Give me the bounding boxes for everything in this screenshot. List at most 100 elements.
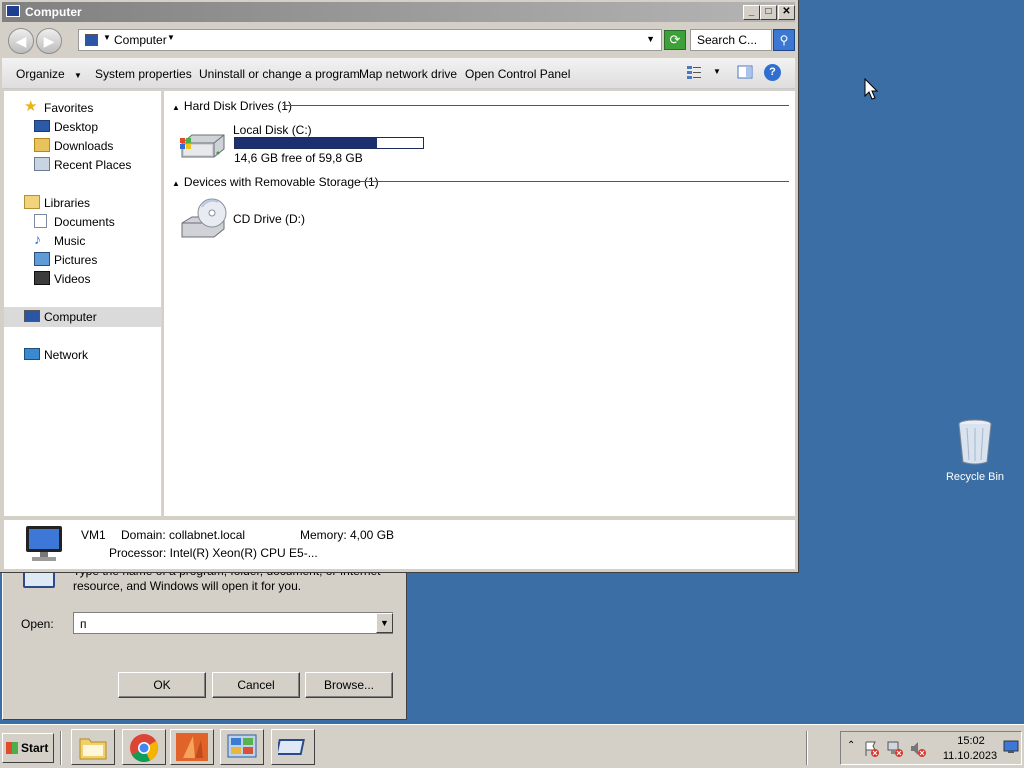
content-pane: ▲ Hard Disk Drives (1) Local Disk (C:) 14… xyxy=(164,91,795,516)
show-hidden-icons-icon[interactable]: ⌃ xyxy=(847,740,855,751)
action-center-icon[interactable] xyxy=(863,740,881,758)
desktop-icon xyxy=(34,120,50,132)
view-options-dropdown-icon[interactable]: ▼ xyxy=(713,67,721,76)
explorer-window: Computer _ □ ✕ ◀ ▶ ▼ Computer ▼ ▼ ⟳ Sear… xyxy=(0,0,799,573)
group-header-removable-storage[interactable]: ▲ Devices with Removable Storage (1) xyxy=(172,175,379,189)
pictures-icon xyxy=(34,252,50,266)
navigation-pane: ★ Favorites Desktop Downloads Recent Pla… xyxy=(4,91,162,516)
nav-label: Music xyxy=(54,234,86,248)
drive-name: Local Disk (C:) xyxy=(233,123,312,137)
taskbar-run[interactable] xyxy=(271,729,315,765)
map-network-drive-button[interactable]: Map network drive xyxy=(359,67,457,81)
libraries-icon xyxy=(24,195,40,209)
chevron-down-icon[interactable]: ▼ xyxy=(103,33,111,42)
application-icon xyxy=(176,733,208,761)
computer-name: VM1 xyxy=(81,528,106,542)
chevron-down-icon: ▼ xyxy=(74,71,82,80)
clock-date[interactable]: 11.10.2023 xyxy=(938,750,1002,762)
processor-info: Processor: Intel(R) Xeon(R) CPU E5-... xyxy=(109,546,318,560)
navigation-bar: ◀ ▶ ▼ Computer ▼ ▼ ⟳ Search C... ⚲ xyxy=(2,24,795,56)
title-bar[interactable]: Computer _ □ ✕ xyxy=(2,2,795,22)
start-label: Start xyxy=(21,741,49,755)
nav-label: Pictures xyxy=(54,253,98,267)
uninstall-program-button[interactable]: Uninstall or change a program xyxy=(199,67,360,81)
command-bar: Organize ▼ System properties Uninstall o… xyxy=(2,58,795,89)
minimize-button[interactable]: _ xyxy=(743,5,760,20)
taskbar-app-orange[interactable] xyxy=(170,729,214,765)
nav-label: Documents xyxy=(54,215,115,229)
search-icon[interactable]: ⚲ xyxy=(773,29,795,51)
mouse-cursor-icon xyxy=(864,78,879,100)
chevron-down-icon[interactable]: ▼ xyxy=(167,33,175,42)
address-bar[interactable]: ▼ Computer ▼ ▼ xyxy=(78,29,662,51)
nav-label: Network xyxy=(44,348,89,362)
star-icon: ★ xyxy=(24,98,38,115)
recycle-bin-label: Recycle Bin xyxy=(945,471,1005,483)
recycle-bin[interactable]: Recycle Bin xyxy=(944,418,1006,488)
run-icon xyxy=(278,739,305,755)
search-input[interactable]: Search C... xyxy=(690,29,772,51)
details-pane: VM1 Domain: collabnet.local Memory: 4,00… xyxy=(4,519,795,569)
open-input-value[interactable]: п xyxy=(80,617,87,631)
drive-local-disk-c[interactable]: Local Disk (C:) 14,6 GB free of 59,8 GB xyxy=(178,121,448,165)
browse-button[interactable]: Browse... xyxy=(305,672,393,698)
address-dropdown-icon[interactable]: ▼ xyxy=(646,34,655,44)
drive-cd-d[interactable]: CD Drive (D:) xyxy=(178,195,378,243)
taskbar-explorer[interactable] xyxy=(71,729,115,765)
nav-label: Desktop xyxy=(54,120,99,134)
documents-icon xyxy=(34,214,47,228)
preview-pane-icon[interactable] xyxy=(737,64,753,83)
open-combobox[interactable]: п ▼ xyxy=(73,612,393,634)
hard-drive-icon xyxy=(180,134,225,158)
back-button[interactable]: ◀ xyxy=(8,28,34,54)
window-title: Computer xyxy=(25,5,82,19)
nav-label: Downloads xyxy=(54,139,114,153)
refresh-button[interactable]: ⟳ xyxy=(664,30,686,50)
nav-label: Computer xyxy=(44,310,97,324)
nav-label: Recent Places xyxy=(54,158,132,172)
taskbar-separator xyxy=(60,731,62,765)
recent-places-icon xyxy=(34,157,50,171)
computer-icon xyxy=(6,5,20,17)
combo-dropdown-icon[interactable]: ▼ xyxy=(376,613,393,633)
taskbar-control-panel[interactable] xyxy=(220,729,264,765)
close-button[interactable]: ✕ xyxy=(778,5,795,20)
group-divider xyxy=(283,105,789,106)
nav-label: Favorites xyxy=(44,101,94,115)
domain-info: Domain: collabnet.local xyxy=(121,528,246,542)
taskbar-separator xyxy=(806,731,808,765)
drive-free-space: 14,6 GB free of 59,8 GB xyxy=(234,151,363,165)
clock-time[interactable]: 15:02 xyxy=(941,735,1001,747)
music-icon: ♪ xyxy=(34,231,41,247)
drive-name: CD Drive (D:) xyxy=(233,212,305,226)
change-view-icon[interactable] xyxy=(686,64,702,83)
cancel-button[interactable]: Cancel xyxy=(212,672,300,698)
nav-label: Libraries xyxy=(44,196,91,210)
group-header-hard-disk-drives[interactable]: ▲ Hard Disk Drives (1) xyxy=(172,99,292,113)
network-status-icon[interactable] xyxy=(886,740,904,758)
computer-icon xyxy=(24,310,40,322)
volume-muted-icon[interactable] xyxy=(909,740,927,758)
show-desktop-icon[interactable] xyxy=(1003,740,1019,754)
recycle-bin-icon xyxy=(958,419,992,465)
help-icon[interactable]: ? xyxy=(764,64,781,81)
videos-icon xyxy=(34,271,50,285)
system-properties-button[interactable]: System properties xyxy=(95,67,192,81)
folder-icon xyxy=(79,738,107,760)
breadcrumb-computer[interactable]: Computer xyxy=(114,33,167,47)
start-button[interactable]: Start xyxy=(2,733,54,763)
taskbar-chrome[interactable] xyxy=(122,729,166,765)
collapse-arrow-icon[interactable]: ▲ xyxy=(172,103,180,112)
nav-label: Videos xyxy=(54,272,91,286)
collapse-arrow-icon[interactable]: ▲ xyxy=(172,179,180,188)
notification-area: ⌃ 15:02 11.10.2023 xyxy=(840,731,1022,765)
forward-button[interactable]: ▶ xyxy=(36,28,62,54)
computer-icon xyxy=(85,34,98,46)
ok-button[interactable]: OK xyxy=(118,672,206,698)
organize-button[interactable]: Organize ▼ xyxy=(16,67,82,81)
organize-label: Organize xyxy=(16,67,65,81)
group-divider xyxy=(360,181,789,182)
maximize-button[interactable]: □ xyxy=(760,5,777,20)
taskbar: Start ⌃ 15:02 11.10.2023 xyxy=(0,724,1024,768)
open-control-panel-button[interactable]: Open Control Panel xyxy=(465,67,570,81)
